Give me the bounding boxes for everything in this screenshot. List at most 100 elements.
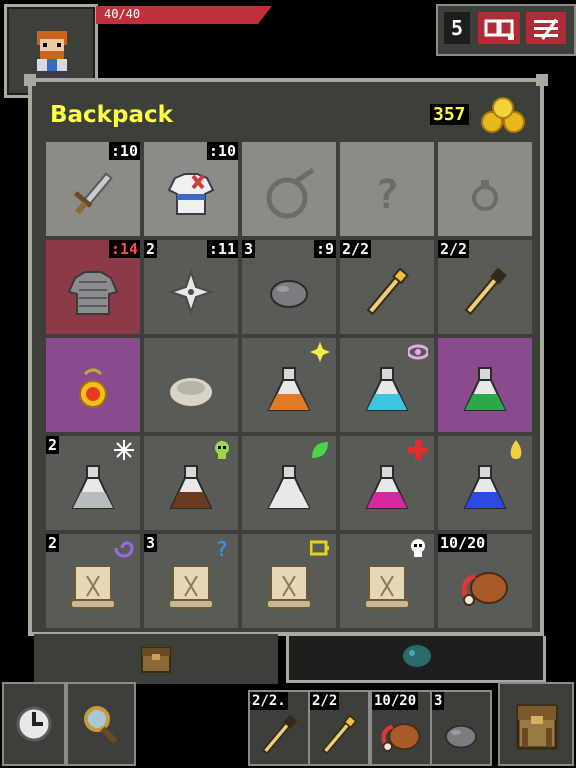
potion-icon	[365, 465, 409, 509]
potion-icon	[267, 367, 311, 411]
seed-pouch-tab-icon	[403, 645, 431, 667]
skull-marker-icon	[215, 441, 229, 459]
inventory-slot-stone[interactable]: 3:9	[242, 240, 336, 334]
journal-button[interactable]	[478, 12, 520, 44]
inventory-slot-wand-gold[interactable]: 2/2	[340, 240, 434, 334]
menu-icon	[534, 18, 558, 40]
inventory-slot-shuriken[interactable]: 2 :11	[144, 240, 238, 334]
journal-icon	[484, 19, 514, 40]
quantity-badge: 3	[144, 534, 158, 552]
backpack-title: Backpack	[50, 102, 173, 128]
potion-icon	[365, 367, 409, 411]
inventory-slot-potion-cyan[interactable]	[340, 338, 434, 432]
quickslot-count: 2/2	[310, 692, 340, 710]
inventory-slot-meat[interactable]: 10/20	[438, 534, 532, 628]
empty-slot-icon	[266, 167, 315, 219]
inventory-slot-scroll-1[interactable]: 2	[46, 534, 140, 628]
sword-icon	[73, 172, 113, 215]
star-marker-icon	[310, 342, 330, 362]
inventory-button[interactable]	[498, 682, 574, 766]
disc-icon	[168, 376, 214, 408]
question-slot-icon: ?	[375, 172, 399, 218]
scroll-icon	[168, 565, 214, 609]
swirl-marker-icon	[114, 541, 134, 558]
quantity-badge: 2	[46, 436, 60, 454]
flame-marker-icon	[510, 440, 522, 459]
quantity-badge: 2/2	[438, 240, 470, 258]
throwing-stone-icon	[445, 725, 477, 749]
inventory-slot-potion-green[interactable]	[438, 338, 532, 432]
inventory-slot-empty-artifact-slot[interactable]	[438, 142, 532, 236]
cloth-armor-icon	[167, 173, 215, 215]
inventory-slot-armor[interactable]: :10	[144, 142, 238, 236]
magnifier-icon	[84, 706, 118, 744]
inventory-slot-empty-ring-slot[interactable]: ?	[340, 142, 434, 236]
eye-marker-icon	[408, 344, 428, 360]
backpack-tab[interactable]	[34, 634, 278, 684]
potion-icon	[463, 367, 507, 411]
quantity-badge: 2	[144, 240, 158, 258]
window-corner-tl	[24, 74, 36, 86]
potion-icon	[169, 465, 213, 509]
strength-badge: :14	[108, 240, 140, 258]
inventory-slot-wand-dark[interactable]: 2/2	[438, 240, 532, 334]
inventory-slot-amulet[interactable]	[46, 338, 140, 432]
skull-marker-icon	[411, 539, 425, 557]
quickslot-meat[interactable]: 10/20	[370, 690, 432, 766]
throwing-stone-icon	[270, 280, 308, 308]
inventory-slot-chainmail[interactable]: :14	[46, 240, 140, 334]
potion-icon	[463, 465, 507, 509]
potion-icon	[267, 465, 311, 509]
quickslot-count: 2/2.	[250, 692, 288, 710]
frost-marker-icon	[114, 440, 134, 460]
gold-count: 357	[430, 104, 469, 125]
seed-pouch-tab[interactable]	[286, 636, 546, 683]
inventory-slot-scroll-2[interactable]: 3?	[144, 534, 238, 628]
scroll-icon	[70, 565, 116, 609]
inventory-slot-potion-white[interactable]	[242, 436, 336, 530]
question-marker-icon: ?	[216, 538, 228, 558]
scroll-icon	[364, 565, 410, 609]
quantity-badge: 2/2	[340, 240, 372, 258]
quickslot-stone[interactable]: 3	[430, 690, 492, 766]
backpack-icon	[516, 704, 558, 750]
inventory-slot-potion-orange[interactable]	[242, 338, 336, 432]
wand-icon	[261, 714, 298, 755]
inventory-slot-empty-misc-slot[interactable]	[242, 142, 336, 236]
depth-indicator[interactable]: 5	[444, 12, 470, 44]
quickslot-count: 10/20	[372, 692, 419, 710]
inventory-slot-potion-silver[interactable]: 2	[46, 436, 140, 530]
wand-icon	[321, 714, 358, 755]
inventory-slot-potion-blue[interactable]	[438, 436, 532, 530]
meat-icon	[461, 572, 508, 606]
quickslot-wand-dark[interactable]: 2/2.	[248, 690, 310, 766]
shuriken-icon	[167, 268, 215, 316]
quantity-badge: 3	[242, 240, 256, 258]
potion-icon	[71, 465, 115, 509]
quantity-badge: 2	[46, 534, 60, 552]
inventory-slot-sword[interactable]: :10	[46, 142, 140, 236]
leaf-marker-icon	[312, 442, 328, 458]
scroll-icon	[266, 565, 312, 609]
menu-button[interactable]	[526, 12, 566, 44]
inventory-slot-scroll-3[interactable]	[242, 534, 336, 628]
inventory-slot-potion-magenta[interactable]	[340, 436, 434, 530]
amulet-icon	[79, 368, 107, 408]
strength-badge: :11	[206, 240, 238, 258]
cross-marker-icon	[408, 440, 428, 460]
inventory-slot-stone-disc[interactable]	[144, 338, 238, 432]
depth-value: 5	[450, 16, 464, 40]
svg-text:?: ?	[216, 538, 228, 558]
chainmail-icon	[67, 271, 119, 315]
search-button[interactable]	[66, 682, 136, 766]
battery-marker-icon	[310, 540, 329, 556]
wand-icon	[464, 267, 507, 316]
gold-pile-icon	[481, 97, 525, 133]
wand-icon	[366, 267, 409, 316]
inventory-slot-scroll-4[interactable]	[340, 534, 434, 628]
quickslot-wand-gold[interactable]: 2/2	[308, 690, 370, 766]
meat-icon	[381, 723, 421, 752]
inventory-slot-potion-brown[interactable]	[144, 436, 238, 530]
wait-button[interactable]	[2, 682, 66, 766]
quantity-badge: 10/20	[438, 534, 488, 552]
